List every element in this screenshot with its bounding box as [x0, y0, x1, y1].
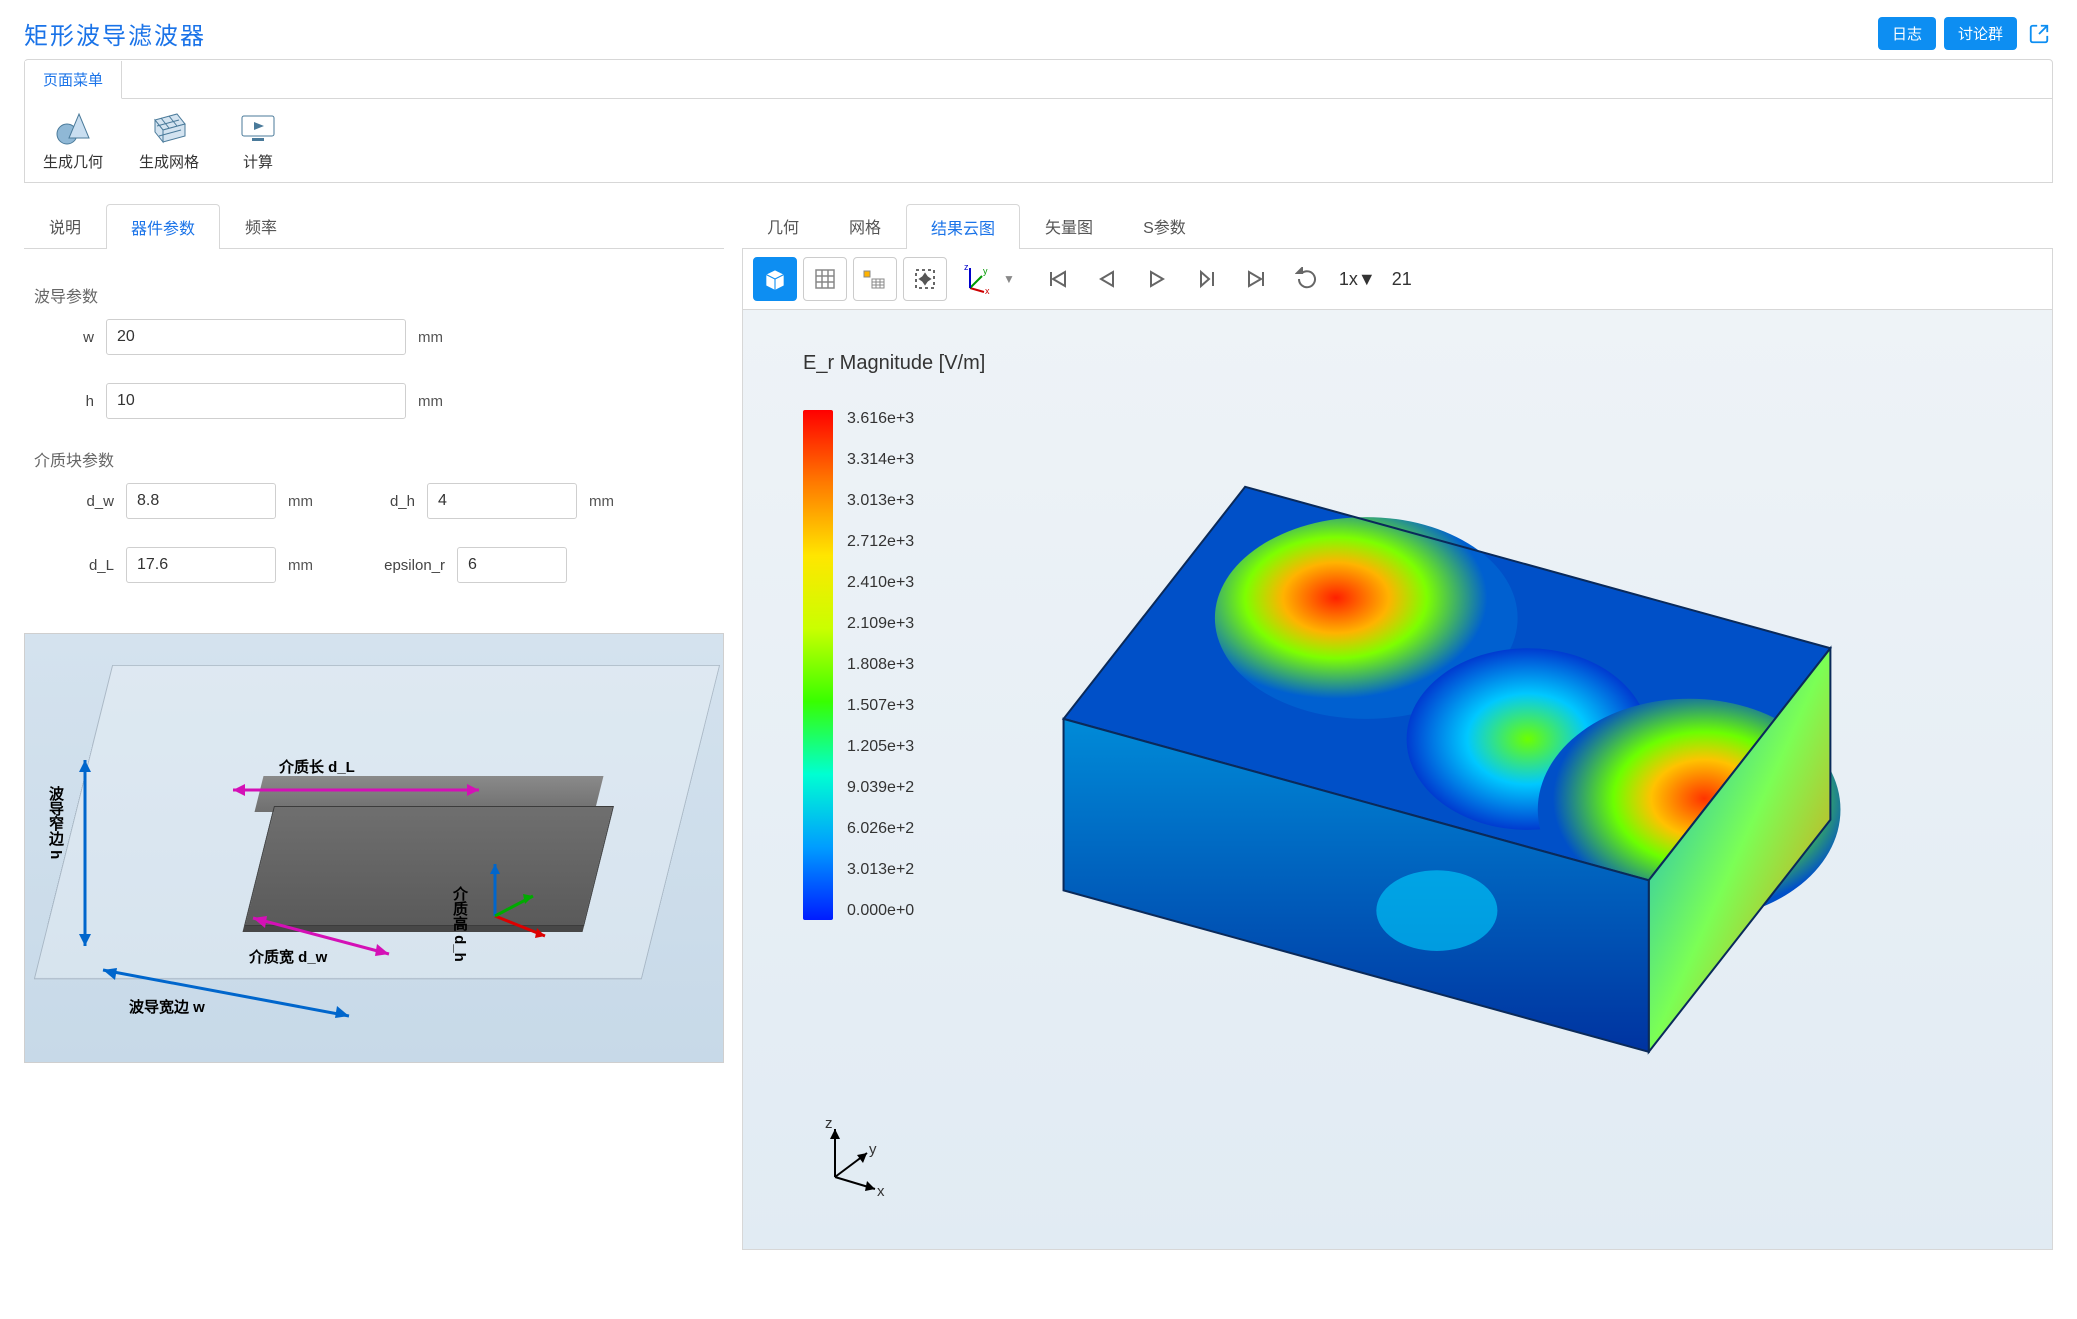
viewport-triad: x y z	[815, 1117, 895, 1197]
dL-input[interactable]	[126, 547, 276, 583]
w-unit: mm	[418, 329, 443, 346]
log-button[interactable]: 日志	[1878, 17, 1936, 50]
tab-mesh[interactable]: 网格	[824, 203, 906, 248]
chevron-down-icon[interactable]: ▼	[1003, 272, 1015, 286]
triad-x: x	[877, 1183, 885, 1200]
result-viewport[interactable]: E_r Magnitude [V/m] 3.616e+3 3.314e+3 3.…	[742, 310, 2053, 1250]
schematic-triad-icon	[465, 856, 555, 946]
waveguide-section-title: 波导参数	[34, 283, 718, 307]
dielectric-section-title: 介质块参数	[34, 447, 718, 471]
frame-number: 21	[1392, 269, 1412, 290]
er-input[interactable]	[457, 547, 567, 583]
tab-sparams[interactable]: S参数	[1118, 203, 1211, 248]
dw-unit: mm	[288, 493, 313, 510]
compute-button[interactable]: 计算	[235, 109, 281, 172]
first-frame-button[interactable]	[1035, 257, 1079, 301]
dw-input[interactable]	[126, 483, 276, 519]
dL-unit: mm	[288, 557, 313, 574]
tab-contour[interactable]: 结果云图	[906, 204, 1020, 249]
dim-wg-h: 波导窄边 h	[45, 786, 66, 859]
dh-label: d_h	[355, 493, 415, 510]
generate-geometry-button[interactable]: 生成几何	[43, 109, 103, 172]
tick: 3.314e+3	[847, 451, 914, 469]
fit-view-button[interactable]	[903, 257, 947, 301]
plot-title: E_r Magnitude [V/m]	[803, 352, 985, 375]
svg-text:z: z	[964, 264, 969, 272]
axes-orientation-button[interactable]: x y z	[953, 257, 997, 301]
mesh-icon	[146, 109, 192, 147]
tick: 2.712e+3	[847, 533, 914, 551]
h-unit: mm	[418, 393, 443, 410]
colorbar: 3.616e+3 3.314e+3 3.013e+3 2.712e+3 2.41…	[803, 410, 914, 920]
discuss-button[interactable]: 讨论群	[1944, 17, 2017, 50]
h-input[interactable]	[106, 383, 406, 419]
prev-frame-button[interactable]	[1085, 257, 1129, 301]
page-title: 矩形波导滤波器	[24, 16, 206, 51]
last-frame-button[interactable]	[1235, 257, 1279, 301]
w-input[interactable]	[106, 319, 406, 355]
tick: 2.410e+3	[847, 574, 914, 592]
tab-description[interactable]: 说明	[24, 203, 106, 248]
view-cube-button[interactable]	[753, 257, 797, 301]
next-frame-button[interactable]	[1185, 257, 1229, 301]
schematic-arrow-dw	[249, 912, 399, 962]
schematic-arrow-wg-h	[65, 756, 105, 956]
tick: 3.616e+3	[847, 410, 914, 428]
legend-toggle-button[interactable]	[853, 257, 897, 301]
tab-page-menu[interactable]: 页面菜单	[25, 61, 122, 99]
tab-frequency[interactable]: 频率	[220, 203, 302, 248]
tab-vector[interactable]: 矢量图	[1020, 203, 1118, 248]
triad-z: z	[825, 1115, 833, 1132]
tab-geometry[interactable]: 几何	[742, 203, 824, 248]
field-visualization	[1003, 370, 2012, 1209]
tick: 9.039e+2	[847, 779, 914, 797]
tick: 6.026e+2	[847, 820, 914, 838]
tick: 1.808e+3	[847, 656, 914, 674]
er-label: epsilon_r	[355, 557, 445, 574]
tick: 1.205e+3	[847, 738, 914, 756]
colorbar-gradient	[803, 410, 833, 920]
svg-text:y: y	[983, 266, 988, 276]
schematic-arrow-wg-w	[99, 966, 359, 1026]
dim-d_L: 介质长 d_L	[279, 756, 355, 777]
tick: 1.507e+3	[847, 697, 914, 715]
tab-device-params[interactable]: 器件参数	[106, 204, 220, 249]
generate-mesh-button[interactable]: 生成网格	[139, 109, 199, 172]
dw-label: d_w	[54, 493, 114, 510]
tick: 3.013e+3	[847, 492, 914, 510]
loop-button[interactable]	[1285, 257, 1329, 301]
tick: 0.000e+0	[847, 902, 914, 920]
dL-label: d_L	[54, 557, 114, 574]
grid-toggle-button[interactable]	[803, 257, 847, 301]
tick: 3.013e+2	[847, 861, 914, 879]
generate-mesh-label: 生成网格	[139, 151, 199, 172]
triad-y: y	[869, 1141, 877, 1158]
play-button[interactable]	[1135, 257, 1179, 301]
viewport-toolbar: x y z ▼ 1x▼ 21	[742, 249, 2053, 310]
step-multiplier[interactable]: 1x▼	[1339, 269, 1376, 290]
schematic-arrow-dL	[229, 776, 489, 806]
tick: 2.109e+3	[847, 615, 914, 633]
external-link-icon[interactable]	[2025, 20, 2053, 48]
generate-geometry-label: 生成几何	[43, 151, 103, 172]
svg-text:x: x	[985, 286, 990, 294]
compute-icon	[235, 109, 281, 147]
dh-input[interactable]	[427, 483, 577, 519]
geometry-icon	[50, 109, 96, 147]
schematic-preview: 介质长 d_L 介质宽 d_w 介质高 d_h 波导宽边 w 波导窄边 h	[24, 633, 724, 1063]
h-label: h	[54, 393, 94, 410]
compute-label: 计算	[243, 151, 273, 172]
dh-unit: mm	[589, 493, 614, 510]
w-label: w	[54, 329, 94, 346]
colorbar-ticks: 3.616e+3 3.314e+3 3.013e+3 2.712e+3 2.41…	[847, 410, 914, 920]
